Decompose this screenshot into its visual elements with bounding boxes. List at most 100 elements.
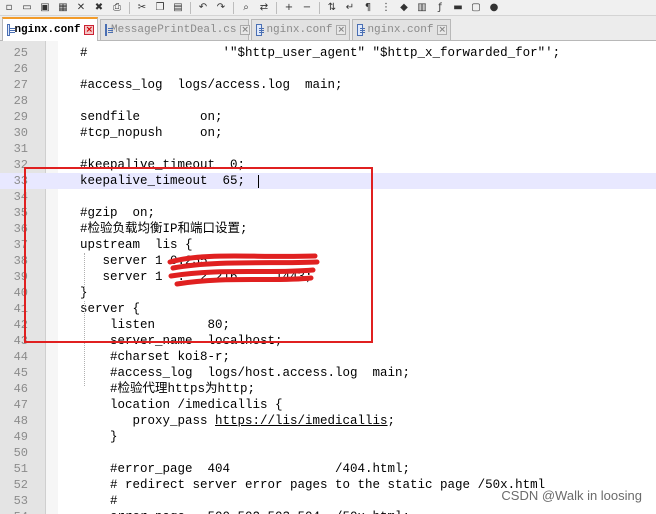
copy-icon[interactable]: ❐	[153, 2, 167, 14]
toolbar-separator	[276, 1, 277, 14]
line-number: 26	[13, 62, 28, 76]
code-text: error_page 500 502 503 504 /50x.html;	[80, 509, 410, 514]
line-number: 48	[13, 414, 28, 428]
code-line[interactable]: 48 proxy_pass https://lis/imedicallis;	[0, 413, 656, 429]
tab-label: nginx.conf	[367, 24, 434, 36]
close-tab-icon[interactable]: ×	[336, 25, 346, 35]
code-text: #access_log logs/host.access.log main;	[80, 366, 411, 380]
record-macro-icon[interactable]: ●	[487, 2, 501, 14]
tab-bar: nginx.conf × MessagePrintDeal.cs × nginx…	[0, 16, 656, 41]
toolbar: ▫ ▭ ▣ ▦ ✕ ✖ ⎙ ✂ ❐ ▤ ↶ ↷ ⌕ ⇄ + − ⇅ ↵ ¶ ⋮ ◆ ▥ ƒ ▬ ▢ ●	[0, 0, 656, 16]
code-text: sendfile on;	[80, 110, 223, 124]
code-line[interactable]: 26	[0, 61, 656, 77]
code-text: }	[80, 430, 118, 444]
file-icon	[357, 24, 366, 36]
tab-label: nginx.conf	[14, 24, 81, 36]
tab-nginx-conf-2[interactable]: nginx.conf ×	[251, 19, 350, 40]
line-number: 29	[13, 110, 28, 124]
code-line[interactable]: 29 sendfile on;	[0, 109, 656, 125]
line-number: 44	[13, 350, 28, 364]
folder-workspace-icon[interactable]: ▬	[451, 2, 465, 14]
close-icon[interactable]: ✕	[74, 2, 88, 14]
close-tab-icon[interactable]: ×	[240, 25, 250, 35]
print-icon[interactable]: ⎙	[110, 2, 124, 14]
lang-icon[interactable]: ◆	[397, 2, 411, 14]
toolbar-separator	[190, 1, 191, 14]
code-text: location /imedicallis {	[80, 398, 283, 412]
redaction-scribble	[167, 253, 320, 287]
toolbar-separator	[129, 1, 130, 14]
code-line[interactable]: 31	[0, 141, 656, 157]
line-number: 49	[13, 430, 28, 444]
find-icon[interactable]: ⌕	[239, 2, 253, 14]
line-number: 50	[13, 446, 28, 460]
line-number: 28	[13, 94, 28, 108]
tab-label: nginx.conf	[266, 24, 333, 36]
code-line[interactable]: 27 #access_log logs/access.log main;	[0, 77, 656, 93]
open-folder-icon[interactable]: ▭	[20, 2, 34, 14]
code-text: #access_log logs/access.log main;	[80, 78, 343, 92]
toolbar-separator	[233, 1, 234, 14]
close-tab-icon[interactable]: ×	[84, 25, 94, 35]
watermark: CSDN @Walk in loosing	[501, 488, 642, 503]
redo-icon[interactable]: ↷	[214, 2, 228, 14]
code-text: # redirect server error pages to the sta…	[80, 478, 546, 492]
code-text: proxy_pass	[80, 414, 216, 428]
code-line[interactable]: 51 #error_page 404 /404.html;	[0, 461, 656, 477]
line-number: 46	[13, 382, 28, 396]
line-number: 52	[13, 478, 28, 492]
code-line[interactable]: 44 #charset koi8-r;	[0, 349, 656, 365]
line-number: 53	[13, 494, 28, 508]
close-all-icon[interactable]: ✖	[92, 2, 106, 14]
code-text: # '"$http_user_agent" "$http_x_forwarded…	[80, 46, 561, 60]
tab-messageprintdeal-cs[interactable]: MessagePrintDeal.cs ×	[100, 19, 250, 40]
line-number: 31	[13, 142, 28, 156]
monitor-icon[interactable]: ▢	[469, 2, 483, 14]
code-line[interactable]: 45 #access_log logs/host.access.log main…	[0, 365, 656, 381]
file-icon	[256, 24, 265, 36]
doc-map-icon[interactable]: ▥	[415, 2, 429, 14]
code-text: ;	[387, 414, 396, 428]
sync-scroll-icon[interactable]: ⇅	[325, 2, 339, 14]
zoom-in-icon[interactable]: +	[282, 2, 296, 14]
tab-nginx-conf-3[interactable]: nginx.conf ×	[352, 19, 451, 40]
code-text: #charset koi8-r;	[80, 350, 231, 364]
function-list-icon[interactable]: ƒ	[433, 2, 447, 14]
line-number: 54	[0, 509, 28, 514]
line-number: 47	[13, 398, 28, 412]
code-line[interactable]: 50	[0, 445, 656, 461]
code-text: #检验代理https为http;	[80, 382, 256, 396]
code-text: #tcp_nopush on;	[80, 126, 223, 140]
code-line[interactable]: 47 location /imedicallis {	[0, 397, 656, 413]
code-line[interactable]: 30 #tcp_nopush on;	[0, 125, 656, 141]
save-icon[interactable]: ▣	[38, 2, 52, 14]
code-line[interactable]: 46 #检验代理https为http;	[0, 381, 656, 397]
line-number: 45	[13, 366, 28, 380]
cut-icon[interactable]: ✂	[135, 2, 149, 14]
show-all-chars-icon[interactable]: ¶	[361, 2, 375, 14]
word-wrap-icon[interactable]: ↵	[343, 2, 357, 14]
tab-nginx-conf-1[interactable]: nginx.conf ×	[2, 17, 98, 41]
code-line[interactable]: 49 }	[0, 429, 656, 445]
line-number: 25	[13, 46, 28, 60]
replace-icon[interactable]: ⇄	[257, 2, 271, 14]
file-icon	[7, 24, 17, 36]
save-all-icon[interactable]: ▦	[56, 2, 70, 14]
toolbar-separator	[319, 1, 320, 14]
line-number: 30	[13, 126, 28, 140]
code-text: #	[80, 494, 118, 508]
indent-guide-icon[interactable]: ⋮	[379, 2, 393, 14]
paste-icon[interactable]: ▤	[171, 2, 185, 14]
zoom-out-icon[interactable]: −	[300, 2, 314, 14]
new-file-icon[interactable]: ▫	[2, 2, 16, 14]
close-tab-icon[interactable]: ×	[437, 25, 447, 35]
code-text: #error_page 404 /404.html;	[80, 462, 411, 476]
url-link[interactable]: https://lis/imedicallis	[215, 413, 388, 429]
file-icon	[105, 24, 113, 36]
line-number: 27	[13, 78, 28, 92]
code-line[interactable]: 28	[0, 93, 656, 109]
undo-icon[interactable]: ↶	[196, 2, 210, 14]
line-number: 51	[13, 462, 28, 476]
code-line[interactable]: 54 error_page 500 502 503 504 /50x.html;	[0, 509, 656, 514]
code-line[interactable]: 25 # '"$http_user_agent" "$http_x_forward…	[0, 45, 656, 61]
